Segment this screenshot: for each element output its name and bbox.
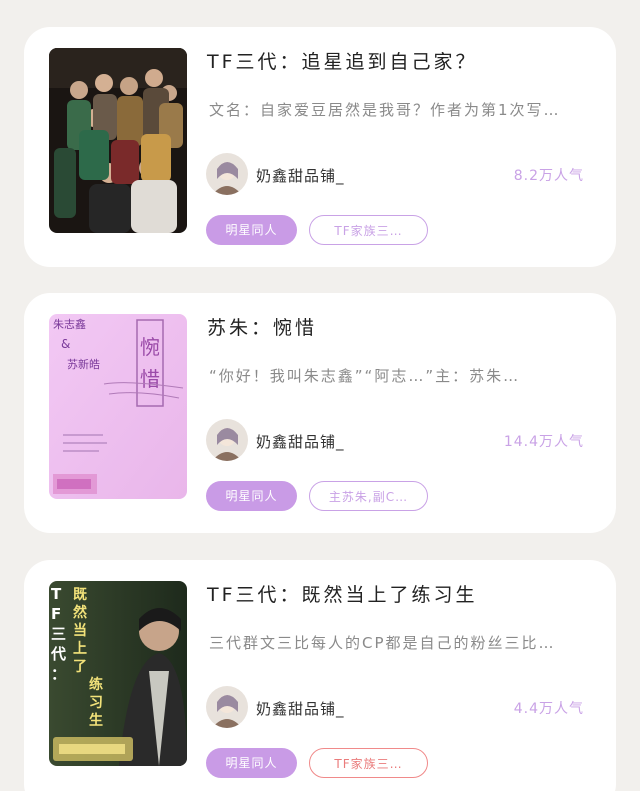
book-card[interactable]: T F 三 代 ： 既 然 当 上 了 练 习 生 TF三代：既然当上了练习生 … [24, 560, 616, 791]
cover-title-right-2: 然 [73, 604, 87, 621]
cover-title-right-5: 了 [73, 659, 87, 675]
popularity-count: 14.4万人气 [503, 434, 584, 450]
author-row: 奶鑫甜品铺_ 14.4万人气 [206, 419, 584, 463]
portrait-cover-art: T F 三 代 ： 既 然 当 上 了 练 习 生 [49, 581, 187, 766]
category-tag[interactable]: 明星同人 [206, 481, 297, 511]
popularity-count: 4.4万人气 [513, 701, 584, 717]
book-title[interactable]: 苏朱：惋惜 [207, 313, 317, 340]
avatar-icon [206, 686, 248, 728]
author-name[interactable]: 奶鑫甜品铺_ [256, 698, 345, 719]
cover-title-right-8: 生 [89, 712, 103, 729]
cover-title-right-6: 练 [89, 676, 103, 693]
topic-tag[interactable]: TF家族三… [309, 748, 428, 778]
author-row: 奶鑫甜品铺_ 4.4万人气 [206, 686, 584, 730]
book-card[interactable]: 朱志鑫 & 苏新皓 惋 惜 苏朱：惋惜 “你好！我叫朱志鑫”“阿志…”主：苏朱… [24, 293, 616, 533]
cover-title-left-1: T [51, 585, 62, 603]
cover-title-left-5: ： [51, 665, 66, 683]
book-cover-image[interactable]: 朱志鑫 & 苏新皓 惋 惜 [49, 314, 187, 499]
book-list-page: TF三代：追星追到自己家？ 文名：自家爱豆居然是我哥？作者为第1次写… 奶鑫甜品… [0, 0, 640, 791]
author-name[interactable]: 奶鑫甜品铺_ [256, 431, 345, 452]
pink-title-cover-art: 朱志鑫 & 苏新皓 惋 惜 [49, 314, 187, 499]
avatar-icon [206, 419, 248, 461]
author-avatar[interactable] [206, 686, 248, 728]
book-title[interactable]: TF三代：追星追到自己家？ [207, 47, 478, 74]
cover-title-right-3: 当 [73, 622, 87, 639]
book-description: 三代群文三比每人的CP都是自己的粉丝三比… [209, 634, 556, 652]
book-description: 文名：自家爱豆居然是我哥？作者为第1次写… [209, 101, 561, 119]
cover-title-char-1: 惋 [140, 335, 160, 359]
book-cover-image[interactable] [49, 48, 187, 233]
book-cover-image[interactable]: T F 三 代 ： 既 然 当 上 了 练 习 生 [49, 581, 187, 766]
book-card[interactable]: TF三代：追星追到自己家？ 文名：自家爱豆居然是我哥？作者为第1次写… 奶鑫甜品… [24, 27, 616, 267]
cover-title-right-1: 既 [73, 587, 87, 603]
topic-tag[interactable]: TF家族三… [309, 215, 428, 245]
topic-tag[interactable]: 主苏朱,副C… [309, 481, 428, 511]
author-name[interactable]: 奶鑫甜品铺_ [256, 165, 345, 186]
author-avatar[interactable] [206, 153, 248, 195]
avatar-icon [206, 153, 248, 195]
cover-title-left-2: F [51, 605, 61, 623]
cover-title-right-7: 习 [89, 695, 103, 711]
cover-title-left-3: 三 [51, 625, 66, 643]
cover-ampersand: & [61, 337, 70, 351]
author-avatar[interactable] [206, 419, 248, 461]
book-description: “你好！我叫朱志鑫”“阿志…”主：苏朱… [209, 367, 521, 385]
cover-name-bottom: 苏新皓 [67, 357, 100, 371]
cover-name-top: 朱志鑫 [53, 317, 86, 331]
category-tag[interactable]: 明星同人 [206, 215, 297, 245]
cover-title-right-4: 上 [73, 641, 87, 657]
group-photo-cover-art [49, 48, 187, 233]
author-row: 奶鑫甜品铺_ 8.2万人气 [206, 153, 584, 197]
popularity-count: 8.2万人气 [513, 168, 584, 184]
cover-title-char-2: 惜 [140, 367, 160, 391]
category-tag[interactable]: 明星同人 [206, 748, 297, 778]
cover-title-left-4: 代 [50, 645, 66, 663]
book-title[interactable]: TF三代：既然当上了练习生 [207, 580, 478, 607]
